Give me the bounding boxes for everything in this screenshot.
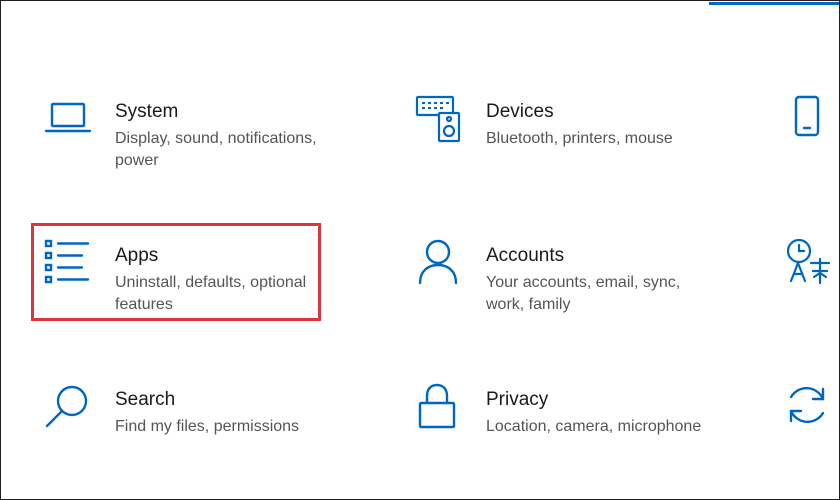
keyboard-speaker-icon <box>415 95 463 143</box>
tile-phone[interactable] <box>783 95 831 143</box>
tile-description: Your accounts, email, sync, work, family <box>486 274 681 313</box>
tile-title: Search <box>115 389 176 410</box>
tile-description: Bluetooth, printers, mouse <box>486 130 673 147</box>
tile-description: Location, camera, microphone <box>486 418 702 435</box>
tile-title: Devices <box>486 101 554 122</box>
lock-icon <box>415 383 463 431</box>
time-language-icon <box>783 237 831 285</box>
tile-description: Display, sound, notifications, power <box>115 130 317 169</box>
update-sync-icon <box>783 381 831 429</box>
tile-time-language[interactable] <box>783 237 831 285</box>
laptop-icon <box>44 95 92 143</box>
tile-update-security[interactable] <box>783 381 831 429</box>
tile-system[interactable]: System Display, sound, notifications, po… <box>44 95 344 175</box>
tile-title: Accounts <box>486 245 565 266</box>
tile-description: Find my files, permissions <box>115 418 300 435</box>
apps-highlight-box <box>31 223 321 321</box>
search-icon <box>44 383 92 431</box>
person-icon <box>415 239 463 287</box>
settings-window: System Display, sound, notifications, po… <box>0 0 840 500</box>
phone-icon <box>783 95 831 143</box>
tile-title: System <box>115 101 179 122</box>
tile-title: Privacy <box>486 389 549 410</box>
tile-accounts[interactable]: Accounts Your accounts, email, sync, wor… <box>415 239 715 319</box>
tile-privacy[interactable]: Privacy Location, camera, microphone <box>415 383 715 463</box>
top-accent-bar <box>709 2 839 5</box>
tile-devices[interactable]: Devices Bluetooth, printers, mouse <box>415 95 715 175</box>
tile-search[interactable]: Search Find my files, permissions <box>44 383 344 463</box>
